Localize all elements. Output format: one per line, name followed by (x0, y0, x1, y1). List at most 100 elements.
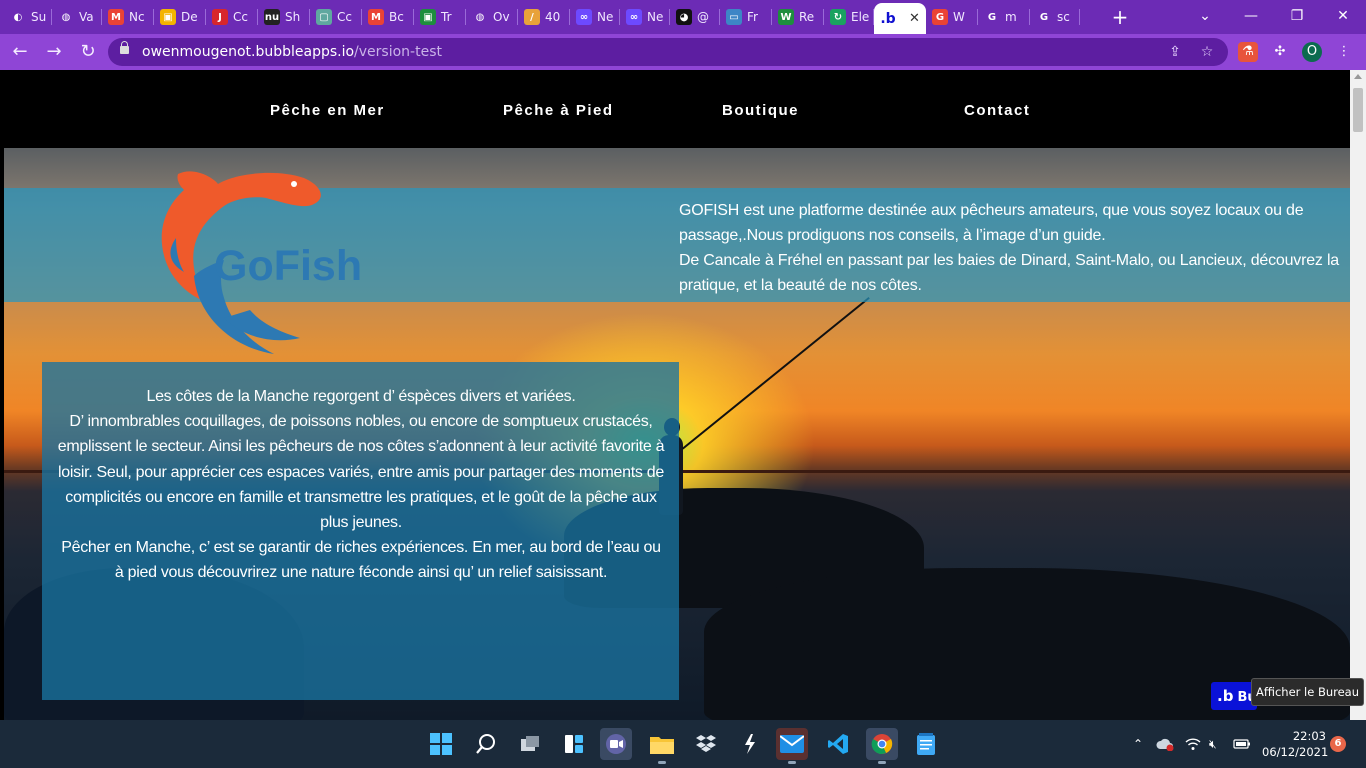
browser-tab[interactable]: / 40 (518, 4, 570, 30)
dropbox-icon[interactable] (690, 728, 722, 760)
j-icon: J (212, 9, 228, 25)
browser-tab[interactable]: nu Sh (258, 4, 310, 30)
classroom-icon: ▣ (420, 9, 436, 25)
browser-tab-label: De (181, 10, 198, 24)
globe-icon: ◍ (475, 11, 485, 23)
nav-boutique[interactable]: Boutique (722, 102, 799, 119)
description-paragraph: D’ innombrables coquillages, de poissons… (57, 413, 665, 532)
notepad-icon[interactable] (910, 728, 942, 760)
intro-paragraph: GOFISH est une platforme destinée aux pê… (679, 202, 1304, 244)
browser-tab[interactable]: ∞ Ne (620, 4, 670, 30)
classroom-icon: ▣ (160, 9, 176, 25)
teams-chat-icon[interactable] (600, 728, 632, 760)
wifi-icon[interactable] (1185, 720, 1201, 768)
show-hidden-icons-chevron-icon[interactable]: ⌃ (1133, 720, 1143, 768)
chrome-icon[interactable] (866, 728, 898, 764)
scroll-up-arrow-icon[interactable] (1354, 74, 1362, 79)
notification-count-badge[interactable]: 6 (1330, 736, 1346, 752)
refresh-icon: ↻ (830, 9, 846, 25)
browser-tab[interactable]: Gm (978, 4, 1030, 30)
description-paragraph: Pêcher en Manche, c’ est se garantir de … (61, 539, 661, 582)
task-view-icon[interactable] (514, 728, 546, 760)
browser-tab[interactable]: .b ✕ (874, 3, 926, 34)
browser-tab-label: Re (799, 10, 815, 24)
browser-tab[interactable]: ◐ Su (4, 4, 52, 30)
minimize-button[interactable]: — (1228, 0, 1274, 34)
search-icon[interactable] (470, 728, 502, 760)
start-windows-icon[interactable] (425, 728, 457, 760)
profile-avatar[interactable]: O (1302, 42, 1322, 62)
close-window-button[interactable]: ✕ (1320, 0, 1366, 34)
browser-tab-label: Ne (597, 10, 614, 24)
browser-tab[interactable]: ◕ @ (670, 4, 720, 30)
description-panel: Les côtes de la Manche regorgent d’ éspè… (42, 362, 679, 700)
volume-muted-icon[interactable]: 🔇︎ (1209, 720, 1217, 768)
browser-tab[interactable]: W Re (772, 4, 824, 30)
clock-date: 06/12/2021 (1262, 745, 1329, 759)
browser-tab[interactable]: GW (926, 4, 978, 30)
nav-peche-a-pied[interactable]: Pêche à Pied (503, 102, 614, 119)
battery-icon[interactable] (1233, 720, 1251, 768)
share-icon[interactable]: ⇪ (1164, 41, 1186, 63)
browser-tab[interactable]: ∞ Ne (570, 4, 620, 30)
clock-time: 22:03 (1292, 729, 1326, 743)
nav-peche-en-mer[interactable]: Pêche en Mer (270, 102, 385, 119)
restore-button[interactable]: ❐ (1274, 0, 1320, 34)
scrollbar-thumb[interactable] (1353, 88, 1363, 132)
bookmark-star-icon[interactable]: ☆ (1196, 41, 1218, 63)
browser-toolbar: ← → ↻ owenmougenot.bubbleapps.io/version… (0, 34, 1366, 70)
browser-tab-label: Su (31, 10, 47, 24)
browser-tab-label: sc (1057, 10, 1070, 24)
gmail-icon: M (108, 9, 124, 25)
browser-tab-label: Ov (493, 10, 510, 24)
browser-tab[interactable]: M Bc (362, 4, 414, 30)
onedrive-error-icon[interactable] (1156, 720, 1174, 768)
browser-tab[interactable]: ▢ Cc (310, 4, 362, 30)
nu-icon: nu (264, 9, 280, 25)
laptop-icon: ▭ (726, 9, 742, 25)
nav-contact[interactable]: Contact (964, 102, 1030, 119)
intro-text: GOFISH est une platforme destinée aux pê… (679, 198, 1350, 298)
widgets-icon[interactable] (558, 728, 590, 760)
unity-icon[interactable] (734, 728, 766, 760)
url-text[interactable]: owenmougenot.bubbleapps.io/version-test (142, 38, 442, 66)
reload-button[interactable]: ↻ (76, 40, 100, 64)
browser-tab[interactable]: ↻ Ele (824, 4, 874, 30)
show-desktop-tooltip: Afficher le Bureau (1251, 678, 1364, 706)
extensions-puzzle-icon[interactable]: ✣ (1270, 42, 1290, 62)
browser-tab-label: Ne (647, 10, 664, 24)
browser-tab[interactable]: M Nc (102, 4, 154, 30)
browser-tab[interactable]: ◍ Ov (466, 4, 518, 30)
browser-tab[interactable]: ▣ Tr (414, 4, 466, 30)
page-scrollbar[interactable] (1350, 70, 1366, 720)
file-explorer-icon[interactable] (646, 728, 678, 764)
browser-tab[interactable]: Gsc (1030, 4, 1080, 30)
browser-tab[interactable]: J Cc (206, 4, 258, 30)
browser-tab[interactable]: ▣ De (154, 4, 206, 30)
browser-tab-label: Fr (747, 10, 758, 24)
intro-paragraph: De Cancale à Fréhel en passant par les b… (679, 252, 1340, 294)
back-button[interactable]: ← (8, 40, 32, 64)
pencil-icon: / (524, 9, 540, 25)
browser-tab-label: Va (79, 10, 94, 24)
lock-icon[interactable] (120, 41, 129, 54)
address-bar[interactable]: owenmougenot.bubbleapps.io/version-test … (108, 38, 1228, 66)
gmail-icon: M (368, 9, 384, 25)
menu-kebab-icon[interactable]: ⋮ (1334, 42, 1354, 62)
fishing-rod (682, 296, 870, 450)
browser-tab-label: @ (697, 10, 709, 24)
new-tab-button[interactable]: + (1108, 5, 1132, 29)
taskbar-clock[interactable]: 22:03 06/12/2021 (1262, 728, 1329, 760)
forward-button[interactable]: → (42, 40, 66, 64)
browser-tab[interactable]: ▭ Fr (720, 4, 772, 30)
bubble-icon: .b (880, 10, 896, 27)
github-icon: ◕ (676, 9, 692, 25)
make-icon: ∞ (626, 9, 642, 25)
extension-icon[interactable]: ⚗ (1238, 42, 1258, 62)
mail-icon[interactable] (776, 728, 808, 764)
tab-search-button[interactable]: ⌄ (1182, 0, 1228, 34)
browser-tab-label: Cc (233, 10, 248, 24)
vscode-icon[interactable] (822, 728, 854, 760)
browser-tab[interactable]: ◍ Va (52, 4, 102, 30)
close-tab-icon[interactable]: ✕ (909, 11, 920, 26)
